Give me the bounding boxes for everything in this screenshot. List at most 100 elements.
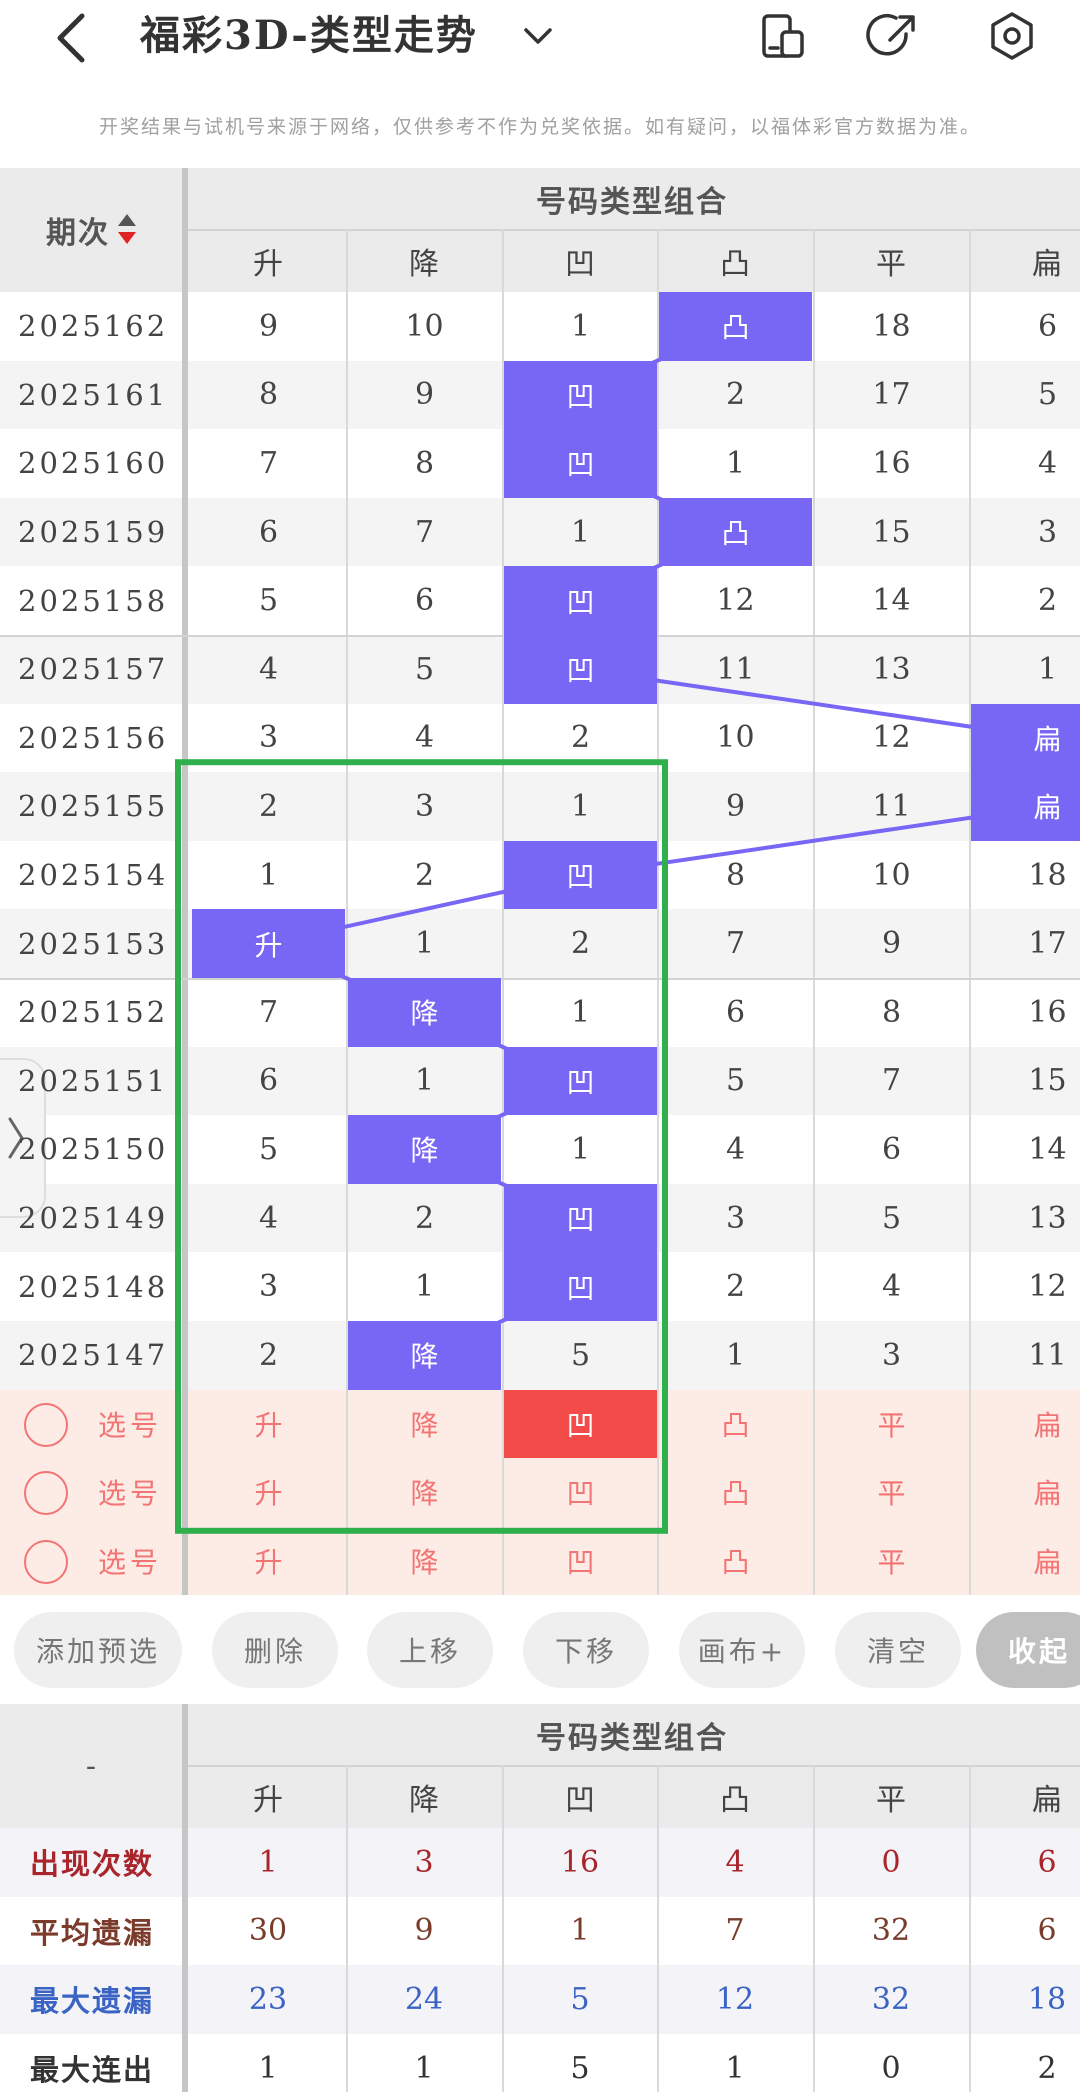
column-header[interactable]: 凹: [502, 230, 658, 292]
stats-corner: -: [85, 1748, 99, 1784]
pick-radio[interactable]: [24, 1471, 68, 1516]
miss-count-cell: 3: [258, 1269, 279, 1305]
move-up-button[interactable]: 上移: [367, 1612, 493, 1688]
pick-cell[interactable]: 凸: [659, 1390, 812, 1459]
pick-radio[interactable]: [24, 1539, 68, 1584]
stats-value: 16: [560, 1844, 600, 1880]
miss-count-cell: 18: [872, 308, 911, 344]
pick-cell[interactable]: 降: [348, 1527, 501, 1596]
left-divider: [182, 1704, 188, 2092]
disclaimer-notice: 开奖结果与试机号来源于网络，仅供参考不作为兑奖依据。如有疑问，以福体彩官方数据为…: [98, 116, 981, 138]
miss-count-cell: 10: [872, 857, 911, 893]
miss-count-cell: 1: [725, 1337, 746, 1373]
hit-cell: 凹: [504, 360, 657, 430]
miss-count-cell: 1: [414, 1063, 435, 1099]
layout-switch-icon[interactable]: [756, 8, 812, 64]
period-cell: 2025147: [18, 1338, 169, 1373]
period-cell: 2025158: [18, 583, 169, 618]
column-header[interactable]: 升: [190, 230, 346, 292]
miss-count-cell: 1: [1037, 651, 1058, 687]
stats-column-header: 平: [876, 1783, 906, 1818]
miss-count-cell: 2: [258, 788, 279, 824]
pick-cell[interactable]: 降: [348, 1458, 501, 1527]
group-header: 号码类型组合: [536, 185, 728, 220]
pick-cell[interactable]: 平: [815, 1527, 968, 1596]
pick-cell[interactable]: 平: [815, 1390, 968, 1459]
miss-count-cell: 8: [258, 377, 279, 413]
clear-button[interactable]: 清空: [835, 1612, 961, 1688]
miss-count-cell: 17: [872, 377, 911, 413]
column-header[interactable]: 扁: [969, 230, 1080, 292]
miss-count-cell: 14: [872, 583, 911, 619]
miss-count-cell: 4: [414, 720, 435, 756]
pick-cell[interactable]: 凸: [659, 1458, 812, 1527]
miss-count-cell: 8: [725, 857, 746, 893]
miss-count-cell: 14: [1028, 1131, 1067, 1167]
move-down-button[interactable]: 下移: [523, 1612, 649, 1688]
miss-count-cell: 11: [1028, 1337, 1067, 1373]
hit-cell: 凹: [504, 1252, 657, 1321]
back-arrow-icon[interactable]: [48, 8, 98, 68]
miss-count-cell: 15: [872, 514, 911, 550]
miss-count-cell: 2: [725, 1269, 746, 1305]
stats-value: 6: [1037, 1913, 1057, 1949]
pick-cell-selected[interactable]: 凹: [504, 1389, 657, 1459]
stats-value: 32: [871, 1913, 911, 1949]
hit-cell: 凹: [504, 566, 657, 635]
column-header[interactable]: 平: [813, 230, 969, 292]
delete-button[interactable]: 删除: [212, 1612, 338, 1688]
miss-count-cell: 3: [258, 720, 279, 756]
pick-cell[interactable]: 扁: [971, 1458, 1080, 1527]
settings-icon[interactable]: [984, 8, 1040, 64]
column-divider: [969, 1766, 971, 2092]
chevron-down-icon[interactable]: [520, 18, 556, 54]
pick-cell[interactable]: 降: [348, 1390, 501, 1459]
pick-cell[interactable]: 升: [192, 1390, 345, 1459]
hit-cell: 凸: [659, 292, 812, 361]
period-cell: 2025156: [18, 720, 169, 755]
miss-count-cell: 1: [570, 514, 591, 550]
miss-count-cell: 5: [570, 1337, 591, 1373]
pick-cell[interactable]: 凹: [504, 1458, 657, 1527]
stats-value: 4: [725, 1844, 745, 1880]
stats-table: - 号码类型组合升 降 凹 凸 平 扁出现次数 1 3 16 4 0 6 平均遗漏 30 9 1 7 32 6 最大遗漏…: [0, 1704, 1080, 2092]
stats-value: 1: [414, 2050, 434, 2086]
miss-count-cell: 7: [881, 1063, 902, 1099]
share-icon[interactable]: [866, 8, 922, 64]
period-cell: 2025161: [18, 377, 169, 412]
hit-cell: 凸: [659, 497, 812, 567]
miss-count-cell: 1: [414, 926, 435, 962]
pick-cell[interactable]: 升: [192, 1458, 345, 1527]
stats-value: 1: [258, 1844, 278, 1880]
period-cell: 2025160: [18, 446, 169, 481]
pick-label: 选号: [97, 1546, 162, 1580]
collapse-button[interactable]: 收起: [976, 1612, 1080, 1688]
stats-value: 24: [404, 1981, 444, 2017]
column-header[interactable]: 凸: [657, 230, 813, 292]
pick-cell[interactable]: 升: [192, 1527, 345, 1596]
period-cell: 2025153: [18, 926, 169, 961]
add-preselect-button[interactable]: 添加预选: [14, 1612, 182, 1688]
canvas-plus-button[interactable]: 画布+: [679, 1612, 805, 1688]
miss-count-cell: 4: [1037, 445, 1058, 481]
page-title[interactable]: 福彩3D-类型走势: [140, 8, 478, 64]
column-header[interactable]: 降: [346, 230, 502, 292]
stats-value: 9: [414, 1913, 434, 1949]
stats-column-header: 凹: [565, 1783, 595, 1818]
pick-cell[interactable]: 凹: [504, 1527, 657, 1596]
period-cell: 2025162: [18, 309, 169, 344]
miss-count-cell: 2: [1037, 583, 1058, 619]
sort-icon[interactable]: [116, 210, 138, 250]
period-header[interactable]: 期次: [0, 168, 184, 292]
pick-cell[interactable]: 凸: [659, 1527, 812, 1596]
miss-count-cell: 5: [258, 1131, 279, 1167]
pick-cell[interactable]: 扁: [971, 1527, 1080, 1596]
pick-cell[interactable]: 平: [815, 1458, 968, 1527]
stats-value: 2: [1037, 2050, 1057, 2086]
miss-count-cell: 5: [725, 1063, 746, 1099]
hit-cell: 凹: [504, 1183, 657, 1253]
hit-cell: 降: [348, 1115, 501, 1184]
stats-value: 6: [1037, 1844, 1057, 1880]
pick-cell[interactable]: 扁: [971, 1390, 1080, 1459]
pick-radio[interactable]: [24, 1402, 68, 1447]
